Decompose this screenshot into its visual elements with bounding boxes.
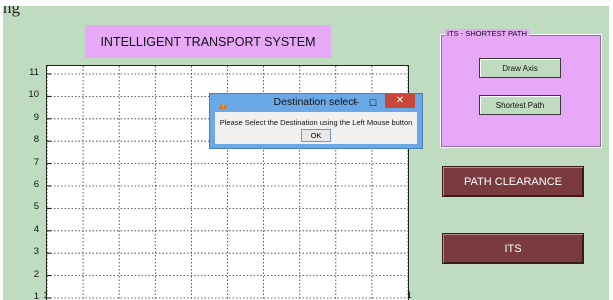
y-tick-label: 5 bbox=[33, 201, 39, 213]
y-tick-label: 8 bbox=[33, 134, 39, 146]
y-tick-label: 4 bbox=[33, 223, 39, 235]
ok-button[interactable]: OK bbox=[301, 129, 331, 142]
shortest-path-panel bbox=[440, 34, 602, 148]
maximize-icon[interactable]: ☐ bbox=[367, 97, 379, 109]
draw-axis-button[interactable]: Draw Axis bbox=[479, 58, 561, 78]
dialog-body: Please Select the Destination using the … bbox=[215, 112, 417, 144]
close-icon[interactable]: ✕ bbox=[385, 94, 415, 108]
dialog-titlebar[interactable]: Destination select – ☐ ✕ bbox=[210, 94, 422, 112]
dialog-message: Please Select the Destination using the … bbox=[219, 118, 413, 127]
path-clearance-button[interactable]: PATH CLEARANCE bbox=[442, 166, 584, 197]
y-tick-label: 7 bbox=[33, 156, 39, 168]
panel-title: ITS - SHORTEST PATH bbox=[445, 29, 529, 38]
y-tick-label: 6 bbox=[33, 179, 39, 190]
figure-window: ng INTELLIGENT TRANSPORT SYSTEM 11 10 9 8 7 6… bbox=[3, 6, 609, 300]
matlab-logo-icon bbox=[218, 98, 228, 109]
y-tick-label: 9 bbox=[33, 111, 39, 123]
y-tick-label: 10 bbox=[28, 89, 39, 101]
y-tick-label: 3 bbox=[33, 246, 39, 258]
minimize-icon[interactable]: – bbox=[350, 96, 362, 110]
destination-select-dialog: Destination select – ☐ ✕ Please Select t… bbox=[209, 93, 423, 149]
y-tick-label: 2 bbox=[33, 268, 39, 280]
its-button[interactable]: ITS bbox=[442, 233, 584, 264]
partial-text-top: ng bbox=[3, 6, 20, 17]
shortest-path-button[interactable]: Shortest Path bbox=[479, 95, 561, 115]
app-title: INTELLIGENT TRANSPORT SYSTEM bbox=[85, 25, 331, 58]
y-tick-label: 11 bbox=[29, 67, 39, 78]
